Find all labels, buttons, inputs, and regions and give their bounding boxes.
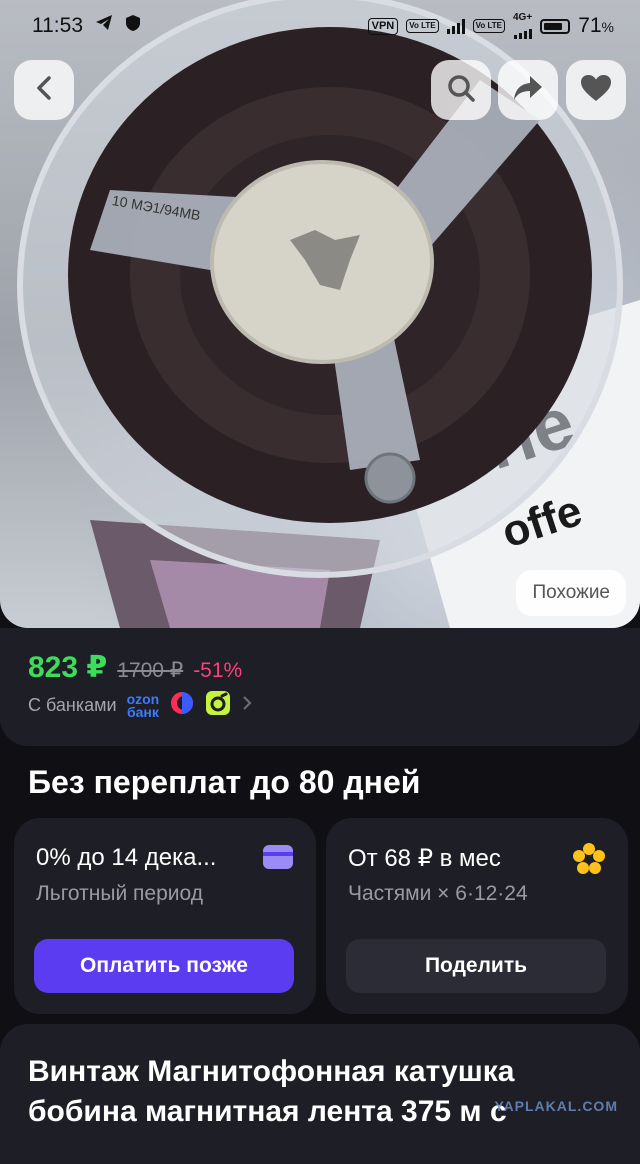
discount-badge: -51%	[193, 659, 243, 682]
back-button[interactable]	[14, 60, 74, 120]
volte-badge: Vo LTE	[406, 19, 439, 33]
search-icon	[446, 73, 476, 108]
chevron-right-icon	[241, 695, 253, 716]
installments-title: Без переплат до 80 дней	[28, 764, 421, 800]
shield-icon	[125, 14, 141, 38]
current-price: 823 ₽	[28, 651, 108, 684]
product-title-card: Винтаж Магнитофонная катушка бобина магн…	[0, 1024, 640, 1164]
card-icon	[262, 844, 294, 875]
split-heading: От 68 ₽ в мес	[348, 845, 501, 872]
product-title: Винтаж Магнитофонная катушка бобина магн…	[28, 1055, 515, 1128]
share-button[interactable]	[498, 60, 558, 120]
heart-icon	[580, 74, 612, 107]
green-bank-icon	[205, 690, 231, 721]
search-button[interactable]	[431, 60, 491, 120]
old-price: 1700 ₽	[117, 659, 184, 682]
signal-icon	[446, 18, 465, 34]
share-arrow-icon	[512, 74, 544, 107]
banks-label: С банками	[28, 695, 117, 715]
vpn-badge: VPN	[367, 17, 399, 35]
price-card: 823 ₽ 1700 ₽ -51% С банками ozon банк	[0, 628, 640, 746]
bank-offers[interactable]: С банками ozon банк	[28, 690, 253, 721]
battery-level: 71	[578, 14, 602, 37]
split-card[interactable]: От 68 ₽ в мес Частями × 6·12·24 Поделить	[326, 818, 628, 1014]
watermark: YAPLAKAL.COM	[494, 1098, 618, 1114]
network-type: 4G+	[513, 12, 533, 23]
similar-button[interactable]: Похожие	[516, 570, 626, 616]
ozon-bank-logo: ozon банк	[126, 692, 160, 720]
pay-later-button[interactable]: Оплатить позже	[34, 939, 294, 993]
favorite-button[interactable]	[566, 60, 626, 120]
flower-icon	[572, 842, 606, 881]
split-sub: Частями × 6·12·24	[348, 882, 528, 905]
sber-bank-icon	[169, 690, 195, 721]
battery-unit: %	[601, 19, 614, 35]
pay-later-heading: 0% до 14 дека...	[36, 844, 217, 871]
clock: 11:53	[32, 14, 83, 37]
signal-icon-2	[513, 23, 532, 39]
status-bar: 11:53 VPN Vo LTE Vo LTE 4G+ 71%	[0, 0, 640, 52]
pay-later-card[interactable]: 0% до 14 дека... Льготный период Оплатит…	[14, 818, 316, 1014]
split-button[interactable]: Поделить	[346, 939, 606, 993]
ozon-logo-line2: банк	[126, 703, 159, 720]
volte-badge-2: Vo LTE	[472, 19, 505, 33]
telegram-icon	[95, 14, 113, 38]
pay-later-sub: Льготный период	[36, 882, 203, 905]
chevron-left-icon	[33, 75, 55, 106]
battery-icon	[540, 18, 571, 34]
